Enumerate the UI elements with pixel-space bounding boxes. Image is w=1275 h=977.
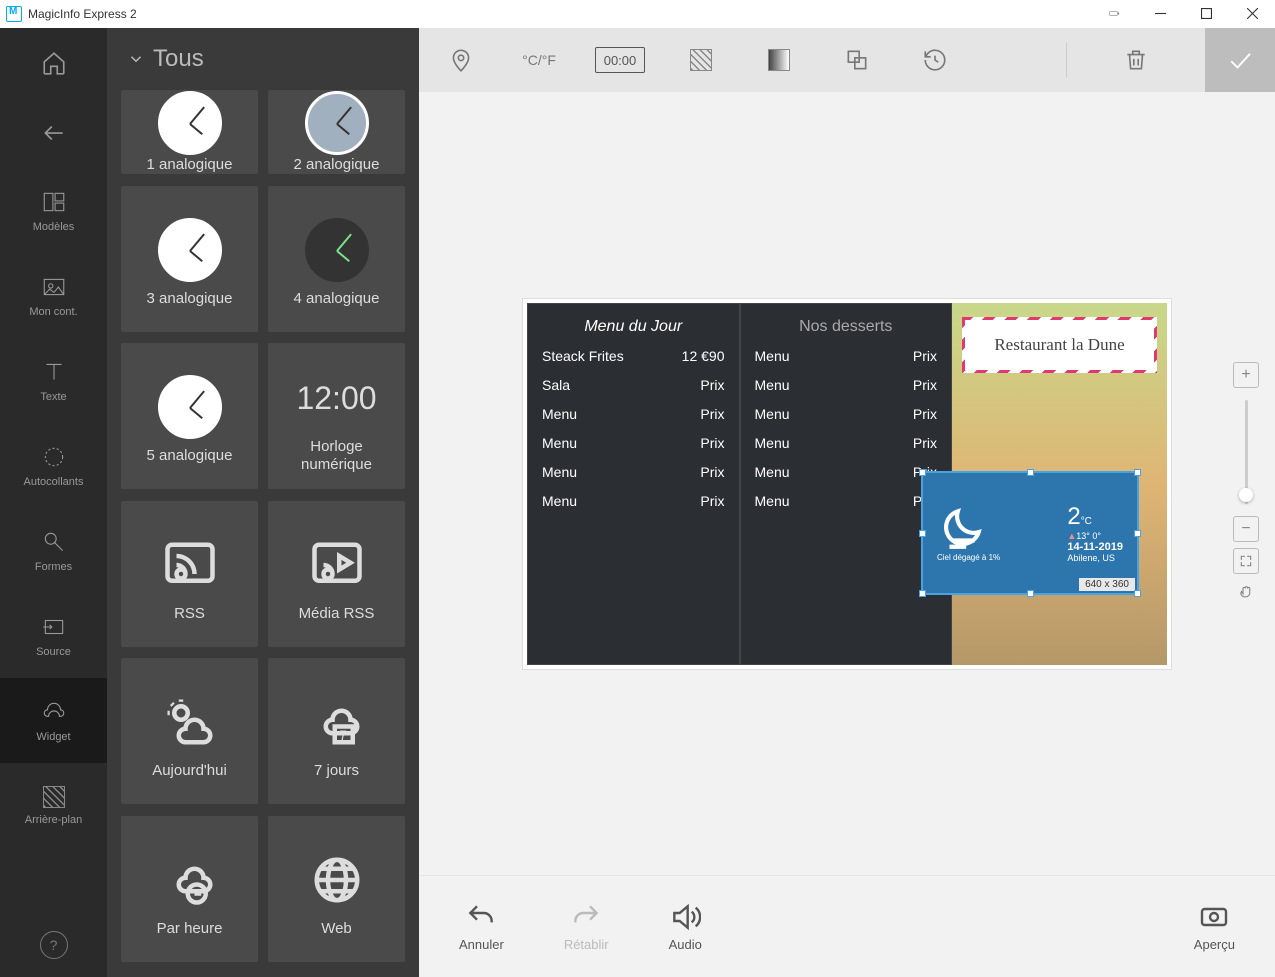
- moon-icon: [937, 503, 987, 553]
- widget-rss[interactable]: RSS: [121, 501, 258, 647]
- widget-digital-clock[interactable]: 12:00Horloge numérique: [268, 343, 405, 489]
- sidebar: Modèles Mon cont. Texte Autocollants For…: [0, 28, 107, 977]
- hatch-button[interactable]: [679, 38, 723, 82]
- device-icon[interactable]: [1091, 0, 1137, 28]
- widget-analog-5[interactable]: 5 analogique: [121, 343, 258, 489]
- unit-toggle-button[interactable]: °C/°F: [517, 38, 561, 82]
- widget-analog-4[interactable]: 4 analogique: [268, 186, 405, 332]
- back-button[interactable]: [0, 98, 107, 168]
- restaurant-sign[interactable]: Restaurant la Dune: [962, 317, 1157, 373]
- design-canvas[interactable]: Menu du Jour Steack Frites12 €90 SalaPri…: [419, 92, 1275, 875]
- history-button[interactable]: [913, 38, 957, 82]
- weather-widget-selected[interactable]: Ciel dégagé à 1% 2°C ▲13° 0° 14-11-2019 …: [921, 471, 1139, 595]
- undo-button[interactable]: Annuler: [459, 901, 504, 952]
- widget-web[interactable]: Web: [268, 816, 405, 962]
- pan-button[interactable]: [1233, 580, 1259, 606]
- widget-media-rss[interactable]: Média RSS: [268, 501, 405, 647]
- widget-library: Tous 1 analogique 2 analogique 3 analogi…: [107, 28, 419, 977]
- zoom-controls: + −: [1233, 362, 1259, 606]
- dimensions-badge: 640 x 360: [1079, 578, 1135, 591]
- bottom-bar: Annuler Rétablir Audio Aperçu: [419, 875, 1275, 977]
- sidebar-item-moncont[interactable]: Mon cont.: [0, 253, 107, 338]
- maximize-button[interactable]: [1183, 0, 1229, 28]
- sidebar-item-widget[interactable]: Widget: [0, 678, 107, 763]
- help-button[interactable]: ?: [40, 931, 68, 959]
- preview-button[interactable]: Aperçu: [1194, 901, 1235, 952]
- gradient-icon: [768, 49, 790, 71]
- zoom-out-button[interactable]: −: [1233, 516, 1259, 542]
- delete-button[interactable]: [1101, 28, 1171, 92]
- widget-analog-3[interactable]: 3 analogique: [121, 186, 258, 332]
- widget-today[interactable]: Aujourd'hui: [121, 658, 258, 804]
- app-logo-icon: [6, 6, 22, 22]
- svg-text:7: 7: [339, 728, 347, 743]
- minimize-button[interactable]: [1137, 0, 1183, 28]
- zoom-slider[interactable]: [1245, 400, 1248, 504]
- home-button[interactable]: [0, 28, 107, 98]
- audio-button[interactable]: Audio: [669, 901, 702, 952]
- sidebar-item-modeles[interactable]: Modèles: [0, 168, 107, 253]
- location-button[interactable]: [439, 38, 483, 82]
- sidebar-item-autocollants[interactable]: Autocollants: [0, 423, 107, 508]
- titlebar: MagicInfo Express 2: [0, 0, 1275, 28]
- canvas-area: °C/°F 00:00 Menu du Jour Steack Frites12…: [419, 28, 1275, 977]
- zoom-fit-button[interactable]: [1233, 548, 1259, 574]
- gradient-button[interactable]: [757, 38, 801, 82]
- confirm-button[interactable]: [1205, 28, 1275, 92]
- sidebar-item-arriereplan[interactable]: Arrière-plan: [0, 763, 107, 848]
- widget-par-heure[interactable]: Par heure: [121, 816, 258, 962]
- hatch-icon: [43, 786, 65, 808]
- widget-7jours[interactable]: 77 jours: [268, 658, 405, 804]
- sidebar-item-source[interactable]: Source: [0, 593, 107, 678]
- hatch-icon: [690, 49, 712, 71]
- widget-analog-2[interactable]: 2 analogique: [268, 90, 405, 174]
- sidebar-item-formes[interactable]: Formes: [0, 508, 107, 593]
- app-title: MagicInfo Express 2: [28, 7, 137, 21]
- zoom-in-button[interactable]: +: [1233, 362, 1259, 388]
- design-board[interactable]: Menu du Jour Steack Frites12 €90 SalaPri…: [523, 299, 1171, 669]
- time-format-button[interactable]: 00:00: [595, 47, 645, 73]
- arrange-button[interactable]: [835, 38, 879, 82]
- sidebar-item-texte[interactable]: Texte: [0, 338, 107, 423]
- widget-analog-1[interactable]: 1 analogique: [121, 90, 258, 174]
- menu-left[interactable]: Menu du Jour Steack Frites12 €90 SalaPri…: [527, 303, 740, 665]
- close-button[interactable]: [1229, 0, 1275, 28]
- library-filter-dropdown[interactable]: Tous: [107, 28, 419, 90]
- widget-toolbar: °C/°F 00:00: [419, 28, 1275, 92]
- redo-button[interactable]: Rétablir: [564, 901, 609, 952]
